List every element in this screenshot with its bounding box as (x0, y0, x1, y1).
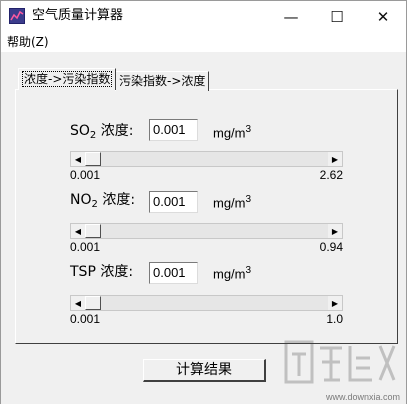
title-bar[interactable]: 空气质量计算器 — ☐ ✕ (1, 1, 406, 32)
menu-bar: 帮助(Z) (1, 32, 406, 52)
app-window: 空气质量计算器 — ☐ ✕ 帮助(Z) 浓度->污染指数 污染指数->浓度 SO… (0, 0, 407, 404)
tab-index-to-concentration[interactable]: 污染指数->浓度 (115, 71, 210, 91)
close-button[interactable]: ✕ (360, 1, 406, 32)
tab-label: 污染指数->浓度 (119, 74, 206, 88)
maximize-button[interactable]: ☐ (314, 1, 360, 32)
tab-concentration-to-index[interactable]: 浓度->污染指数 (18, 68, 117, 90)
tab-label: 浓度->污染指数 (22, 71, 113, 87)
watermark-url: www.downxia.com (325, 392, 400, 402)
calculate-button[interactable]: 计算结果 (143, 359, 266, 382)
app-chart-icon (9, 8, 25, 24)
tab-panel (15, 89, 398, 344)
client-area: 浓度->污染指数 污染指数->浓度 SO2 浓度: 0.001 mg/m3 ◀ … (1, 52, 406, 404)
menu-help[interactable]: 帮助(Z) (7, 34, 49, 50)
minimize-button[interactable]: — (268, 1, 314, 32)
window-title: 空气质量计算器 (32, 8, 124, 23)
